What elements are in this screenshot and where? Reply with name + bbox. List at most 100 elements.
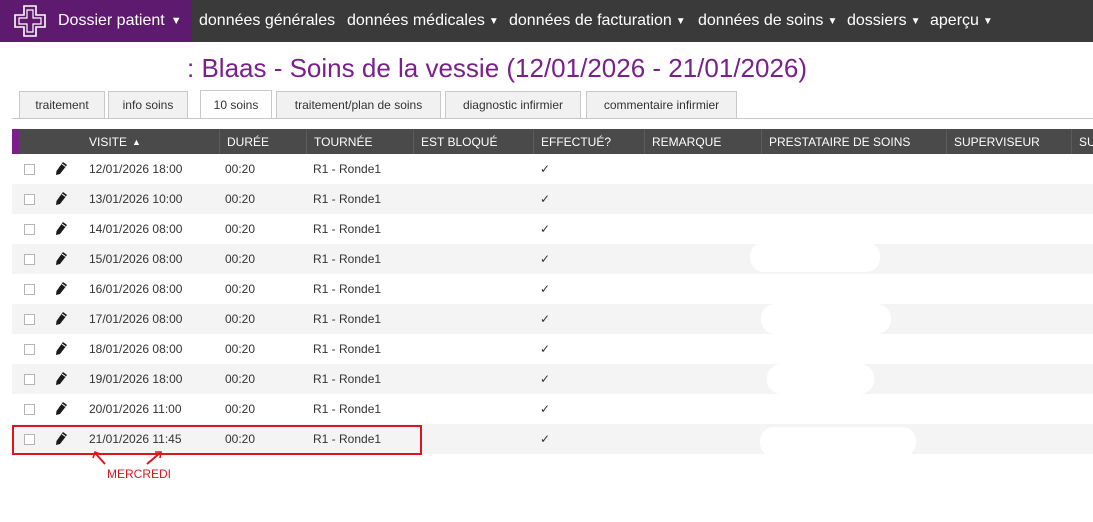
table-row[interactable]: 12/01/2026 18:00 00:20 R1 - Ronde1 ✓ [12, 154, 1093, 184]
row-checkbox[interactable] [24, 374, 35, 385]
cell-visite: 19/01/2026 18:00 [89, 372, 183, 386]
redacted-area [750, 242, 880, 272]
cell-tournee: R1 - Ronde1 [313, 372, 382, 386]
row-checkbox[interactable] [24, 194, 35, 205]
column-header-prestataire[interactable]: PRESTATAIRE DE SOINS [761, 129, 946, 154]
cell-tournee: R1 - Ronde1 [313, 312, 382, 326]
caret-down-icon: ▼ [488, 15, 499, 27]
cell-effectue: ✓ [540, 252, 551, 266]
cell-effectue: ✓ [540, 432, 551, 446]
nav-label: données de facturation [509, 12, 672, 29]
nav-label: données de soins [698, 12, 824, 29]
row-checkbox[interactable] [24, 254, 35, 265]
table-row[interactable]: 16/01/2026 08:00 00:20 R1 - Ronde1 ✓ [12, 274, 1093, 304]
column-header-effectue[interactable]: EFFECTUÉ? [533, 129, 644, 154]
edit-pencil-icon[interactable] [54, 311, 68, 327]
edit-pencil-icon[interactable] [54, 161, 68, 177]
column-header-su[interactable]: SU [1071, 129, 1093, 154]
tabs-divider [12, 118, 1093, 119]
table-row[interactable]: 15/01/2026 08:00 00:20 R1 - Ronde1 ✓ [12, 244, 1093, 274]
table-row[interactable]: 20/01/2026 11:00 00:20 R1 - Ronde1 ✓ [12, 394, 1093, 424]
row-checkbox[interactable] [24, 164, 35, 175]
caret-down-icon: ▼ [827, 15, 838, 27]
tab-diagnostic-infirmier[interactable]: diagnostic infirmier [445, 91, 581, 118]
row-checkbox[interactable] [24, 404, 35, 415]
column-header-est-bloque[interactable]: EST BLOQUÉ [413, 129, 533, 154]
tab-commentaire-infirmier[interactable]: commentaire infirmier [586, 91, 737, 118]
redacted-area [767, 364, 874, 394]
cell-effectue: ✓ [540, 372, 551, 386]
column-label: TOURNÉE [314, 134, 373, 149]
cell-tournee: R1 - Ronde1 [313, 192, 382, 206]
table-row[interactable]: 19/01/2026 18:00 00:20 R1 - Ronde1 ✓ [12, 364, 1093, 394]
nav-label: dossiers [847, 12, 907, 29]
cell-duree: 00:20 [225, 312, 256, 326]
table-row[interactable]: 17/01/2026 08:00 00:20 R1 - Ronde1 ✓ [12, 304, 1093, 334]
cell-duree: 00:20 [225, 342, 256, 356]
edit-pencil-icon[interactable] [54, 221, 68, 237]
redacted-area [761, 304, 891, 334]
cell-visite: 15/01/2026 08:00 [89, 252, 183, 266]
nav-donnees-generales[interactable]: données générales [199, 0, 335, 42]
edit-pencil-icon[interactable] [54, 281, 68, 297]
row-checkbox[interactable] [24, 224, 35, 235]
tab-traitement-plan-de-soins[interactable]: traitement/plan de soins [276, 91, 441, 118]
tab-info-soins[interactable]: info soins [108, 91, 188, 118]
cell-visite: 17/01/2026 08:00 [89, 312, 183, 326]
column-label: SUPERVISEUR [954, 134, 1040, 149]
column-header-remarque[interactable]: REMARQUE [644, 129, 761, 154]
column-header-superviseur[interactable]: SUPERVISEUR [946, 129, 1071, 154]
edit-pencil-icon[interactable] [54, 191, 68, 207]
dossier-patient-menu[interactable]: Dossier patient ▼ [0, 0, 192, 42]
row-checkbox[interactable] [24, 344, 35, 355]
sort-ascending-icon: ▲ [132, 136, 141, 147]
caret-down-icon: ▼ [675, 15, 686, 27]
cell-visite: 13/01/2026 10:00 [89, 192, 183, 206]
nav-apercu[interactable]: aperçu ▼ [930, 0, 993, 42]
caret-down-icon: ▼ [982, 15, 993, 27]
column-header-visite[interactable]: VISITE ▲ [82, 129, 219, 154]
table-row[interactable]: 13/01/2026 10:00 00:20 R1 - Ronde1 ✓ [12, 184, 1093, 214]
medical-cross-logo-icon [14, 5, 46, 37]
nav-donnees-facturation[interactable]: données de facturation ▼ [509, 0, 686, 42]
cell-effectue: ✓ [540, 222, 551, 236]
nav-donnees-soins[interactable]: données de soins ▼ [698, 0, 837, 42]
annotation-arrows-icon [92, 450, 162, 465]
highlight-box [12, 425, 422, 455]
top-navigation-bar: Dossier patient ▼ données générales donn… [0, 0, 1093, 42]
cell-tournee: R1 - Ronde1 [313, 342, 382, 356]
cell-effectue: ✓ [540, 282, 551, 296]
cell-tournee: R1 - Ronde1 [313, 162, 382, 176]
dossier-patient-label: Dossier patient [58, 12, 165, 29]
tab-traitement[interactable]: traitement [19, 91, 105, 118]
edit-pencil-icon[interactable] [54, 251, 68, 267]
table-row[interactable]: 14/01/2026 08:00 00:20 R1 - Ronde1 ✓ [12, 214, 1093, 244]
nav-label: données médicales [347, 12, 485, 29]
tab-10-soins[interactable]: 10 soins [200, 90, 272, 119]
cell-effectue: ✓ [540, 192, 551, 206]
table-header: VISITE ▲ DURÉE TOURNÉE EST BLOQUÉ EFFECTU… [12, 129, 1093, 154]
column-header-duree[interactable]: DURÉE [219, 129, 306, 154]
cell-visite: 20/01/2026 11:00 [89, 402, 182, 416]
cell-duree: 00:20 [225, 162, 256, 176]
row-checkbox[interactable] [24, 314, 35, 325]
cell-tournee: R1 - Ronde1 [313, 222, 382, 236]
column-header-tournee[interactable]: TOURNÉE [306, 129, 413, 154]
column-label: EST BLOQUÉ [421, 134, 498, 149]
edit-pencil-icon[interactable] [54, 341, 68, 357]
cell-effectue: ✓ [540, 162, 551, 176]
edit-pencil-icon[interactable] [54, 371, 68, 387]
cell-tournee: R1 - Ronde1 [313, 282, 382, 296]
column-label: PRESTATAIRE DE SOINS [769, 134, 911, 149]
column-label: SU [1079, 134, 1093, 149]
page-title: : Blaas - Soins de la vessie (12/01/2026… [187, 53, 808, 83]
row-checkbox[interactable] [24, 284, 35, 295]
caret-down-icon: ▼ [910, 15, 921, 27]
nav-dossiers[interactable]: dossiers ▼ [847, 0, 920, 42]
nav-donnees-medicales[interactable]: données médicales ▼ [347, 0, 499, 42]
column-label: DURÉE [227, 134, 270, 149]
cell-visite: 16/01/2026 08:00 [89, 282, 183, 296]
edit-pencil-icon[interactable] [54, 401, 68, 417]
cell-effectue: ✓ [540, 402, 551, 416]
table-row[interactable]: 18/01/2026 08:00 00:20 R1 - Ronde1 ✓ [12, 334, 1093, 364]
